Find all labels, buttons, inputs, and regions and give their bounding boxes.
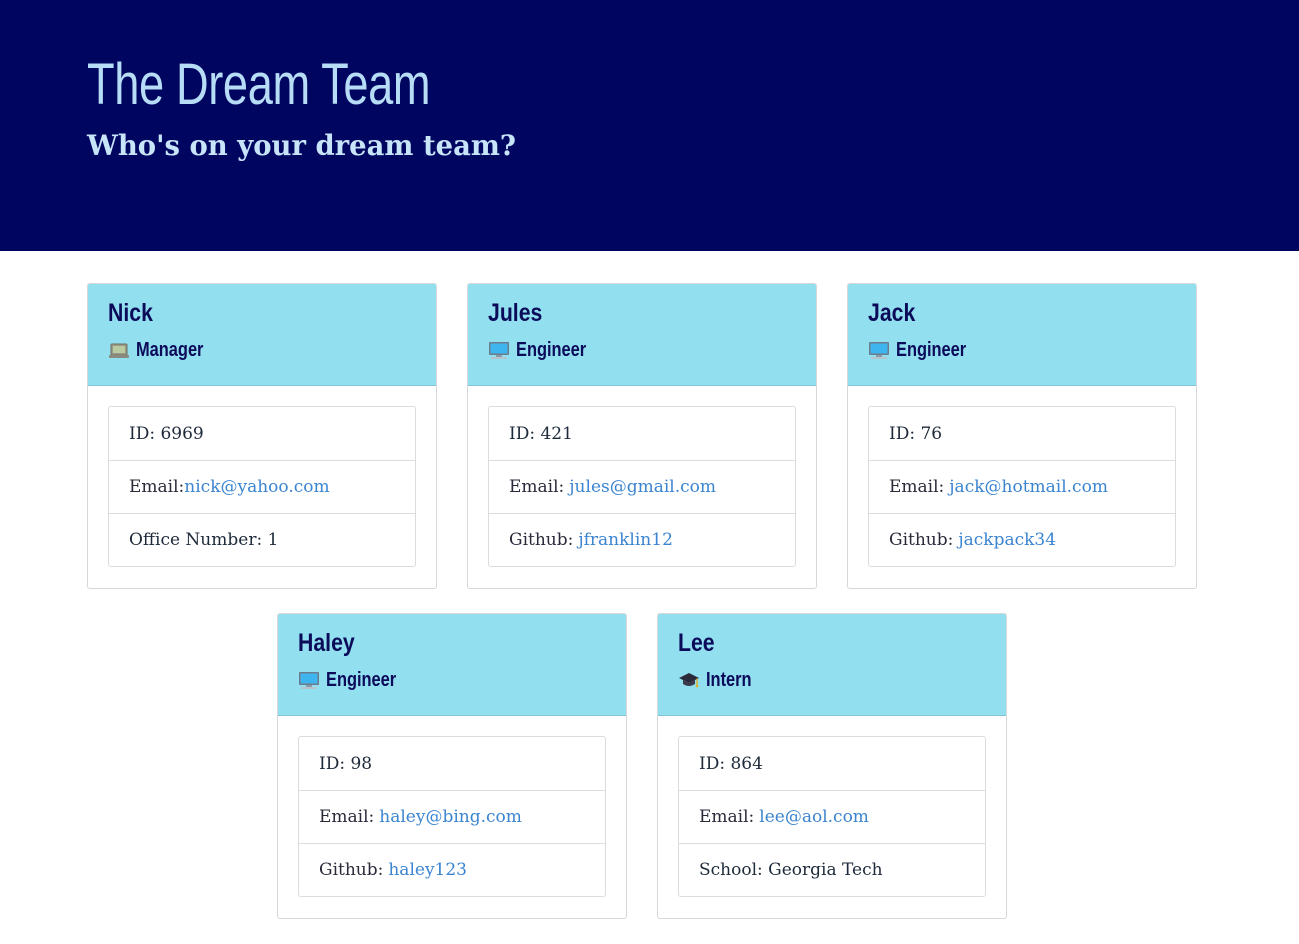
employee-email: Email: haley@bing.com	[299, 790, 605, 843]
employee-name: Haley	[298, 629, 355, 657]
employee-role: Engineer	[298, 665, 626, 695]
school: School: Georgia Tech	[679, 843, 985, 896]
employee-email: Email: jack@hotmail.com	[869, 460, 1175, 513]
employee-role: Manager	[108, 335, 436, 365]
email-link[interactable]: haley@bing.com	[379, 807, 522, 827]
employee-email: Email: lee@aol.com	[679, 790, 985, 843]
page-header: The Dream Team Who's on your dream team?	[0, 0, 1299, 251]
employee-card-engineer: Jack Engineer ID: 76 Email: jack@hotmail.…	[847, 283, 1197, 589]
employee-card-engineer: Haley Engineer ID: 98 Email: haley@bing.c…	[277, 613, 627, 919]
team-cards: Nick Manager ID: 6969 Email: nick@yahoo.c…	[0, 251, 1299, 944]
employee-id: ID: 421	[509, 423, 573, 444]
email-label: Email:	[129, 477, 185, 497]
email-label: Email:	[509, 477, 565, 497]
card-header: Jules Engineer	[468, 284, 816, 386]
email-link[interactable]: nick@yahoo.com	[184, 477, 329, 497]
card-header: Lee Intern	[658, 614, 1006, 716]
employee-github: Github: haley123	[299, 843, 605, 896]
page-title: The Dream Team	[87, 52, 431, 117]
employee-name: Jules	[488, 299, 543, 327]
github-link[interactable]: jfranklin12	[578, 530, 673, 550]
email-label: Email:	[699, 807, 755, 827]
role-label: Intern	[706, 669, 752, 691]
computer-icon	[298, 669, 320, 691]
card-body: ID: 421 Email: jules@gmail.com Github: jfr…	[468, 386, 816, 587]
employee-id: ID: 98	[319, 753, 373, 774]
info-list: ID: 421 Email: jules@gmail.com Github: jfr…	[488, 406, 796, 567]
employee-github: Github: jfranklin12	[489, 513, 795, 566]
card-body: ID: 76 Email: jack@hotmail.com Github: jac…	[848, 386, 1196, 587]
card-body: ID: 6969 Email: nick@yahoo.com Office Num…	[88, 386, 436, 587]
info-list: ID: 864 Email: lee@aol.com School: Georgi…	[678, 736, 986, 897]
card-header: Nick Manager	[88, 284, 436, 386]
github-label: Github:	[319, 860, 384, 880]
employee-name: Jack	[868, 299, 916, 327]
employee-card-manager: Nick Manager ID: 6969 Email: nick@yahoo.c…	[87, 283, 437, 589]
github-label: Github:	[509, 530, 574, 550]
info-list: ID: 76 Email: jack@hotmail.com Github: jac…	[868, 406, 1176, 567]
role-label: Manager	[136, 339, 204, 361]
employee-id: ID: 6969	[129, 423, 204, 444]
github-link[interactable]: jackpack34	[958, 530, 1056, 550]
employee-card-engineer: Jules Engineer ID: 421 Email: jules@gmail…	[467, 283, 817, 589]
graduation-cap-icon	[678, 669, 700, 691]
email-label: Email:	[889, 477, 945, 497]
email-link[interactable]: jules@gmail.com	[569, 477, 716, 497]
computer-icon	[488, 339, 510, 361]
laptop-icon	[108, 339, 130, 361]
card-header: Haley Engineer	[278, 614, 626, 716]
card-body: ID: 98 Email: haley@bing.com Github: haley…	[278, 716, 626, 917]
employee-name: Lee	[678, 629, 715, 657]
employee-card-intern: Lee Intern ID: 864 Email: lee@aol.com Sc…	[657, 613, 1007, 919]
employee-id: ID: 864	[699, 753, 763, 774]
email-link[interactable]: jack@hotmail.com	[949, 477, 1108, 497]
employee-email: Email: jules@gmail.com	[489, 460, 795, 513]
employee-github: Github: jackpack34	[869, 513, 1175, 566]
role-label: Engineer	[326, 669, 397, 691]
email-label: Email:	[319, 807, 375, 827]
employee-role: Engineer	[868, 335, 1196, 365]
employee-role: Intern	[678, 665, 1006, 695]
employee-id: ID: 76	[889, 423, 943, 444]
card-body: ID: 864 Email: lee@aol.com School: Georgi…	[658, 716, 1006, 917]
page-subtitle: Who's on your dream team?	[87, 129, 516, 162]
info-list: ID: 6969 Email: nick@yahoo.com Office Num…	[108, 406, 416, 567]
email-link[interactable]: lee@aol.com	[759, 807, 869, 827]
employee-role: Engineer	[488, 335, 816, 365]
role-label: Engineer	[896, 339, 967, 361]
employee-name: Nick	[108, 299, 153, 327]
office-number: Office Number: 1	[109, 513, 415, 566]
employee-email: Email: nick@yahoo.com	[109, 460, 415, 513]
github-link[interactable]: haley123	[388, 860, 467, 880]
computer-icon	[868, 339, 890, 361]
github-label: Github:	[889, 530, 954, 550]
info-list: ID: 98 Email: haley@bing.com Github: haley…	[298, 736, 606, 897]
card-header: Jack Engineer	[848, 284, 1196, 386]
role-label: Engineer	[516, 339, 587, 361]
